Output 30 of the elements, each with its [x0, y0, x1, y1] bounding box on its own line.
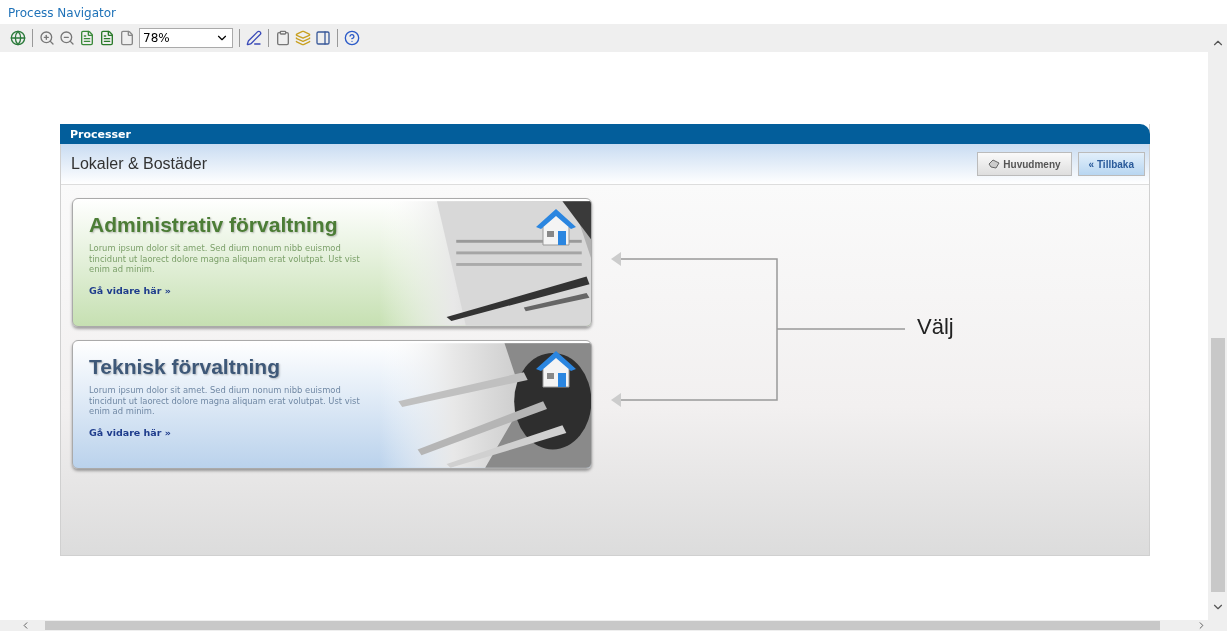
choose-label: Välj — [917, 314, 954, 340]
card-text: Lorum ipsum dolor sit amet. Sed dium nonum nibb euismod tincidunt ut laorect dolore magna aliquam erat volutpat. Ust vist enim ad minim. — [89, 385, 361, 417]
pen-icon[interactable] — [246, 30, 262, 46]
zoom-out-icon[interactable] — [59, 30, 75, 46]
card-link[interactable]: Gå vidare här » — [89, 426, 171, 438]
page-icon[interactable] — [99, 30, 115, 46]
back-button[interactable]: « Tillbaka — [1077, 152, 1145, 176]
layers-icon[interactable] — [295, 30, 311, 46]
globe-icon[interactable] — [10, 30, 26, 46]
card-link[interactable]: Gå vidare här » — [89, 284, 171, 296]
app-title: Process Navigator — [7, 5, 118, 22]
panel-icon[interactable] — [315, 30, 331, 46]
page-title: Lokaler & Bostäder — [71, 155, 209, 173]
house-icon — [535, 349, 577, 389]
header-bar: Processer — [60, 124, 1150, 144]
card-text: Lorum ipsum dolor sit amet. Sed dium nonum nibb euismod tincidunt ut laorect dolore magna aliquam erat volutpat. Ust vist enim ad minim. — [89, 243, 361, 275]
scrollbar-thumb[interactable] — [1210, 338, 1225, 592]
zoom-in-icon[interactable] — [39, 30, 55, 46]
house-icon — [535, 207, 577, 247]
card-title: Administrativ förvaltning — [89, 213, 339, 237]
process-card[interactable]: Administrativ förvaltning Lorum ipsum dolor sit amet. Sed dium nonum nibb euismod tincidunt ut laorect dolore magna aliquam erat volutpat. Ust vist enim ad minim. Gå vidare här » — [72, 198, 592, 327]
help-icon[interactable] — [344, 30, 360, 46]
zoom-select[interactable]: 78% — [139, 28, 233, 48]
card-title: Teknisk förvaltning — [89, 355, 281, 379]
page-icon[interactable] — [119, 30, 135, 46]
clipboard-icon[interactable] — [275, 30, 291, 46]
scrollbar-thumb[interactable] — [45, 621, 1160, 630]
process-card[interactable]: Teknisk förvaltning Lorum ipsum dolor sit amet. Sed dium nonum nibb euismod tincidunt ut laorect dolore magna aliquam erat volutpat. Ust vist enim ad minim. Gå vidare här » — [72, 340, 592, 469]
menu-button[interactable]: Huvudmeny — [977, 152, 1072, 176]
page-icon[interactable] — [79, 30, 95, 46]
